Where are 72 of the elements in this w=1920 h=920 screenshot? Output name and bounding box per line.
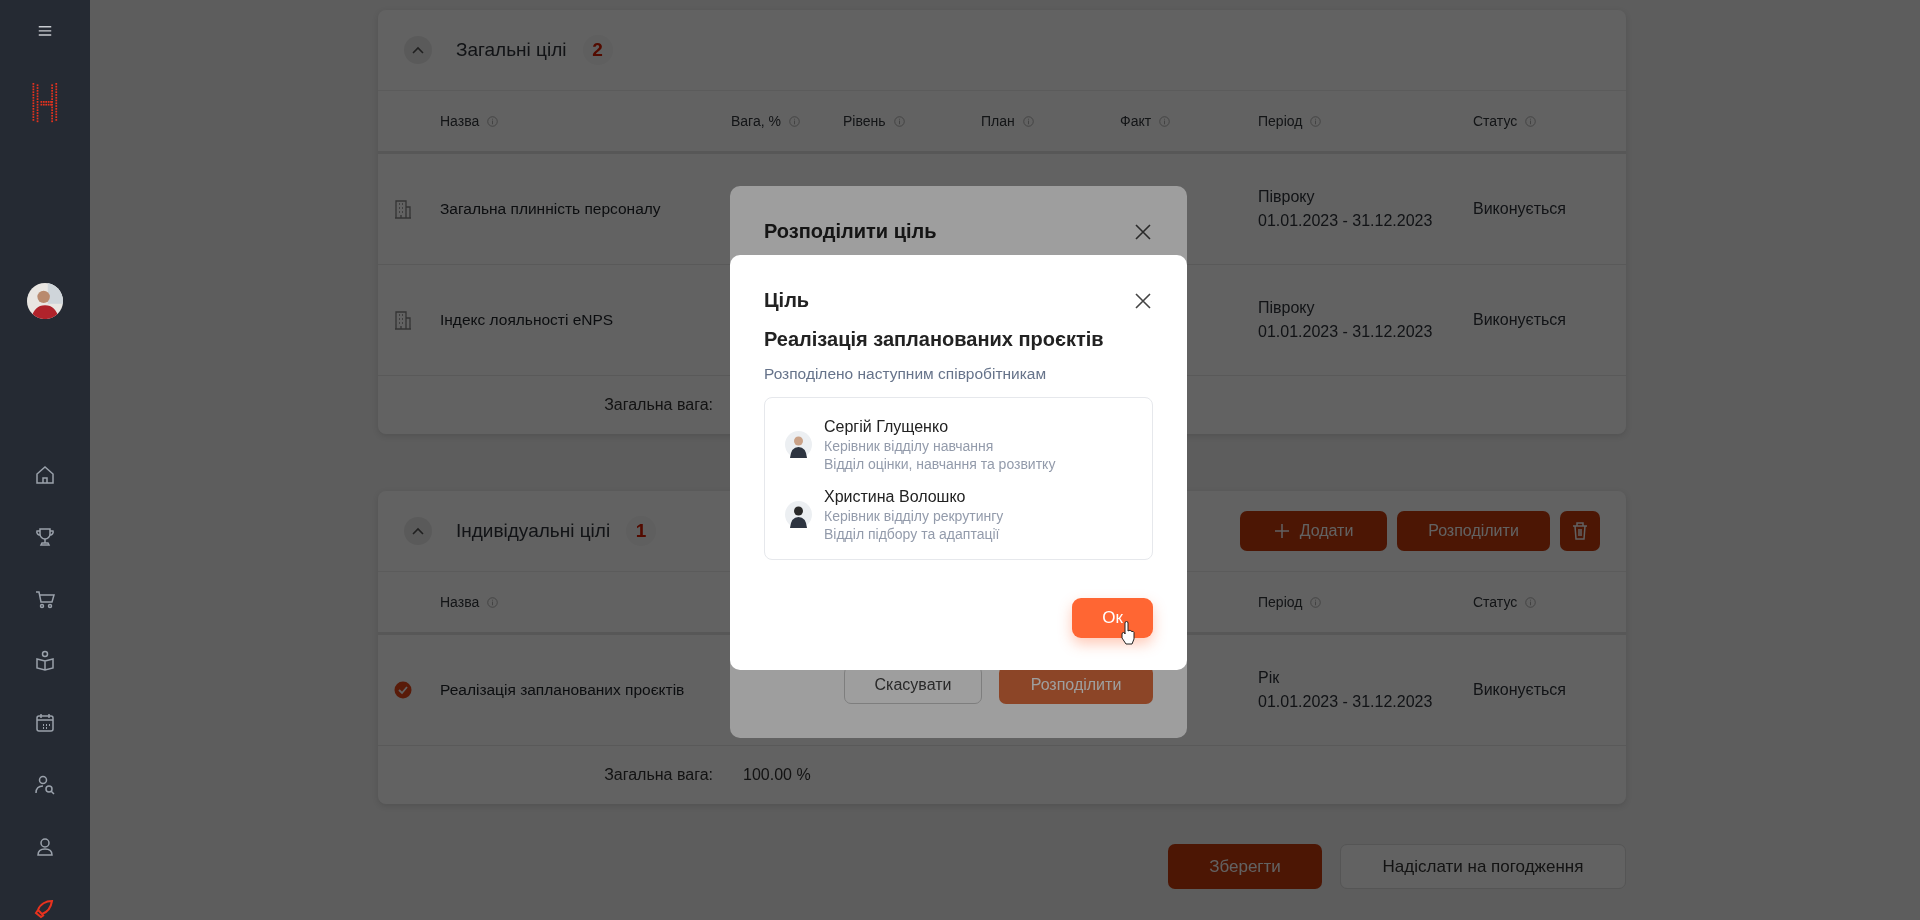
status-cell-text: Виконується: [1473, 681, 1567, 699]
info-icon[interactable]: [487, 596, 499, 608]
info-icon[interactable]: [1310, 115, 1322, 127]
close-icon[interactable]: [1135, 292, 1151, 309]
avatar: [785, 501, 812, 528]
save-button[interactable]: Зберегти: [1168, 844, 1322, 889]
building-icon: [394, 199, 412, 219]
period-cell-text: Півроку 01.01.2023 - 31.12.2023: [1258, 298, 1434, 342]
employee-name: Сергій Глущенко: [824, 417, 950, 437]
column-header: Статус: [1473, 113, 1518, 129]
employee-position: Керівник відділу рекрутингу: [824, 507, 1004, 525]
goal-name[interactable]: Загальна плинність персоналу: [440, 200, 731, 218]
section-title: Загальні цілі: [456, 39, 567, 61]
dialog-title: Ціль: [764, 289, 810, 312]
info-icon[interactable]: [487, 115, 499, 127]
total-weight-value: 100.00 %: [743, 766, 811, 784]
column-header: Період: [1258, 594, 1303, 610]
close-icon[interactable]: [1135, 223, 1151, 240]
dialog-subtitle: Розподілено наступним співробітникам: [764, 365, 1048, 383]
info-icon[interactable]: [1525, 115, 1537, 127]
column-header: Назва: [440, 594, 480, 610]
rocket-icon[interactable]: [34, 898, 56, 920]
status-cell-text: Виконується: [1473, 200, 1567, 218]
chevron-up-icon: [412, 46, 424, 54]
period-cell-text: Рік 01.01.2023 - 31.12.2023: [1258, 668, 1434, 712]
submit-button[interactable]: Надіслати на погодження: [1340, 844, 1626, 889]
employee-name: Христина Волошко: [824, 487, 967, 507]
period-cell-text: Півроку 01.01.2023 - 31.12.2023: [1258, 187, 1434, 231]
column-header: Рівень: [843, 113, 886, 129]
collapse-button[interactable]: [404, 517, 432, 545]
chevron-up-icon: [412, 527, 424, 535]
info-icon[interactable]: [1022, 115, 1034, 127]
column-header: Назва: [440, 113, 480, 129]
home-icon[interactable]: [34, 464, 56, 486]
total-weight-label: Загальна вага:: [603, 396, 713, 414]
calendar-icon[interactable]: [34, 712, 56, 734]
column-header: Факт: [1120, 113, 1152, 129]
ok-button[interactable]: Ок: [1072, 598, 1153, 638]
pointer-cursor-icon: [1120, 621, 1136, 645]
column-header: Вага, %: [731, 113, 781, 129]
trophy-icon[interactable]: [34, 526, 56, 548]
trash-icon: [1571, 521, 1589, 541]
book-reader-icon[interactable]: [34, 650, 56, 672]
employee-department: Відділ оцінки, навчання та розвитку: [824, 455, 1056, 473]
info-icon[interactable]: [1525, 596, 1537, 608]
employee-department: Відділ підбору та адаптації: [824, 525, 1001, 543]
total-weight-label: Загальна вага:: [603, 766, 713, 784]
info-icon[interactable]: [788, 115, 800, 127]
goal-title: Реалізація запланованих проєктів: [764, 328, 1105, 351]
column-header: План: [981, 113, 1015, 129]
info-icon[interactable]: [1310, 596, 1322, 608]
info-icon[interactable]: [893, 115, 905, 127]
plus-icon: [1273, 523, 1290, 539]
check-circle-icon[interactable]: [394, 681, 412, 699]
distribute-button[interactable]: Розподілити: [1397, 511, 1550, 551]
user-icon[interactable]: [34, 836, 56, 858]
employee-position: Керівник відділу навчання: [824, 437, 995, 455]
column-header: Статус: [1473, 594, 1518, 610]
column-header: Період: [1258, 113, 1303, 129]
info-icon[interactable]: [1159, 115, 1171, 127]
building-icon: [394, 310, 412, 330]
add-button[interactable]: Додати: [1240, 511, 1387, 551]
delete-button[interactable]: [1560, 511, 1600, 551]
avatar: [785, 431, 812, 458]
section-title: Індивідуальні цілі: [456, 520, 611, 542]
menu-icon[interactable]: [36, 26, 54, 36]
dialog-title: Розподілити ціль: [764, 220, 937, 243]
collapse-button[interactable]: [404, 36, 432, 64]
user-search-icon[interactable]: [34, 774, 56, 796]
cart-icon[interactable]: [34, 588, 56, 610]
status-cell-text: Виконується: [1473, 311, 1567, 329]
goal-name[interactable]: Індекс лояльності eNPS: [440, 311, 731, 329]
